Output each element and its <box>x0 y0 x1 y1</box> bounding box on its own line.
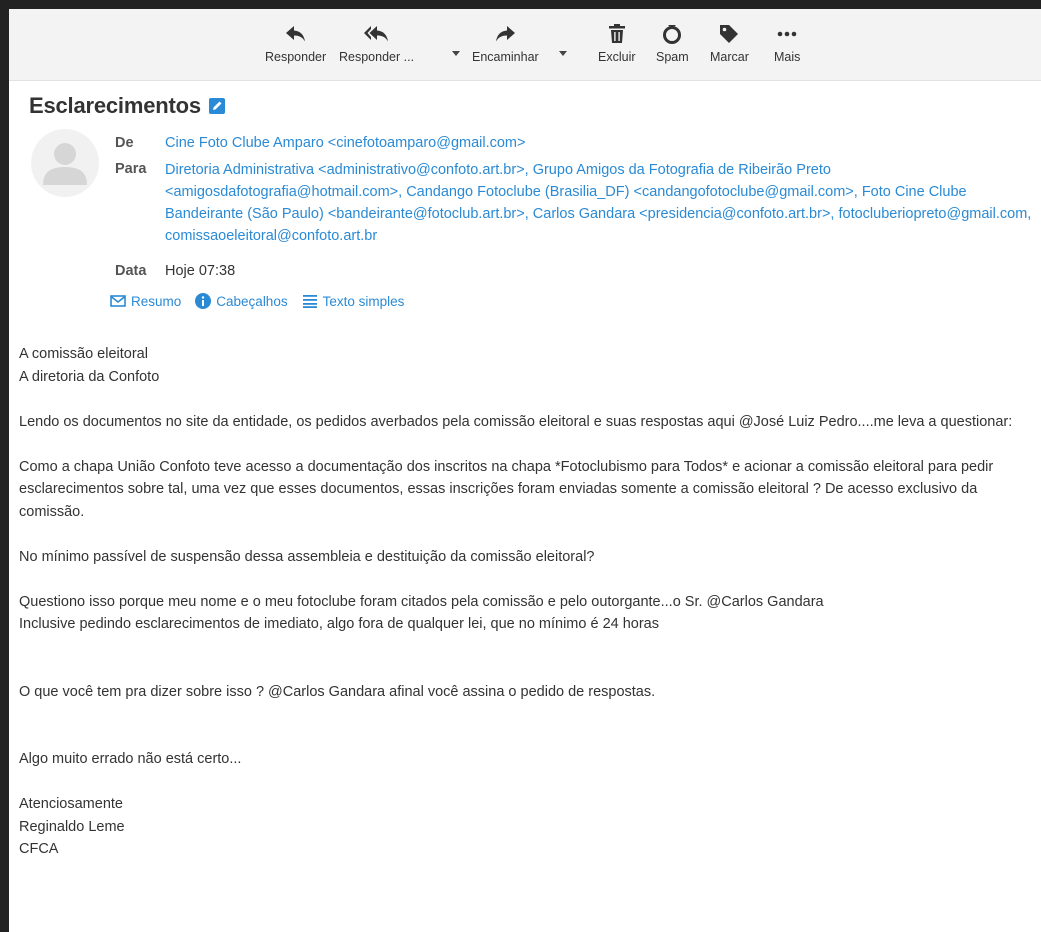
delete-label: Excluir <box>598 50 636 64</box>
body-paragraph: Lendo os documentos no site da entidade,… <box>19 413 1013 430</box>
spam-icon <box>662 21 682 47</box>
mark-label: Marcar <box>710 50 749 64</box>
message-body: A comissão eleitoral A diretoria da Conf… <box>19 343 1029 861</box>
body-blank <box>19 433 1029 456</box>
window-frame-left <box>0 0 9 932</box>
body-blank <box>19 568 1029 591</box>
message-subject: Esclarecimentos <box>29 93 225 119</box>
from-label: De <box>115 135 134 151</box>
trash-icon <box>608 21 626 47</box>
to-addresses[interactable]: Diretoria Administrativa <administrativo… <box>165 159 1041 247</box>
plain-text-view-label: Texto simples <box>322 293 405 309</box>
reply-all-icon <box>363 21 390 47</box>
body-blank <box>19 771 1029 794</box>
lines-icon <box>302 295 317 308</box>
headers-view-link[interactable]: Cabeçalhos <box>195 293 288 309</box>
body-blank <box>19 523 1029 546</box>
subject-title: Esclarecimentos <box>29 93 201 118</box>
body-blank <box>19 726 1029 749</box>
reply-all-button[interactable]: Responder ... <box>339 21 414 64</box>
reply-label: Responder <box>265 50 327 64</box>
sender-avatar <box>31 129 99 197</box>
body-line: Inclusive pedindo esclarecimentos de ime… <box>19 616 659 632</box>
info-icon <box>195 293 212 309</box>
more-label: Mais <box>774 50 801 64</box>
signature-line: CFCA <box>19 841 59 857</box>
body-paragraph: Como a chapa União Confoto teve acesso a… <box>19 458 994 520</box>
forward-label: Encaminhar <box>472 50 539 64</box>
forward-dropdown-icon[interactable] <box>559 49 567 57</box>
reply-icon <box>285 21 307 47</box>
delete-button[interactable]: Excluir <box>598 21 636 64</box>
reply-all-label: Responder ... <box>339 50 415 64</box>
tag-icon <box>719 21 739 47</box>
mark-button[interactable]: Marcar <box>710 21 749 64</box>
plain-text-view-link[interactable]: Texto simples <box>302 293 405 309</box>
body-paragraph: O que você tem pra dizer sobre isso ? @C… <box>19 683 656 700</box>
edit-icon[interactable] <box>208 98 225 114</box>
to-label: Para <box>115 161 147 177</box>
forward-button[interactable]: Encaminhar <box>472 21 539 64</box>
body-paragraph: Algo muito errado não está certo... <box>19 751 242 767</box>
body-blank <box>19 636 1029 659</box>
body-blank <box>19 388 1029 411</box>
headers-view-label: Cabeçalhos <box>216 293 288 309</box>
signature-line: Atenciosamente <box>19 796 123 812</box>
body-blank <box>19 658 1029 681</box>
summary-view-link[interactable]: Resumo <box>110 294 181 309</box>
body-paragraph: No mínimo passível de suspensão dessa as… <box>19 548 595 565</box>
window-frame-top <box>0 0 1041 9</box>
body-line: A comissão eleitoral <box>19 346 148 362</box>
body-blank <box>19 703 1029 726</box>
user-icon <box>43 143 87 185</box>
spam-button[interactable]: Spam <box>656 21 689 64</box>
message-toolbar: Responder Responder ... Encaminhar Exclu… <box>9 9 1041 81</box>
more-icon <box>777 21 797 47</box>
message-view: Esclarecimentos De Cine Foto Clube Ampar… <box>9 81 1041 932</box>
date-value: Hoje 07:38 <box>165 263 236 279</box>
from-address[interactable]: Cine Foto Clube Amparo <cinefotoamparo@g… <box>165 133 1041 154</box>
signature-line: Reginaldo Leme <box>19 818 125 835</box>
summary-view-label: Resumo <box>131 293 182 309</box>
body-line: A diretoria da Confoto <box>19 368 160 385</box>
body-line: Questiono isso porque meu nome e o meu f… <box>19 593 824 610</box>
forward-icon <box>494 21 516 47</box>
header-view-options: Resumo Cabeçalhos Texto simples <box>110 293 418 309</box>
envelope-icon <box>110 295 126 307</box>
more-button[interactable]: Mais <box>774 21 800 64</box>
reply-button[interactable]: Responder <box>265 21 326 64</box>
reply-all-dropdown-icon[interactable] <box>452 49 460 57</box>
spam-label: Spam <box>656 50 689 64</box>
date-label: Data <box>115 263 147 279</box>
